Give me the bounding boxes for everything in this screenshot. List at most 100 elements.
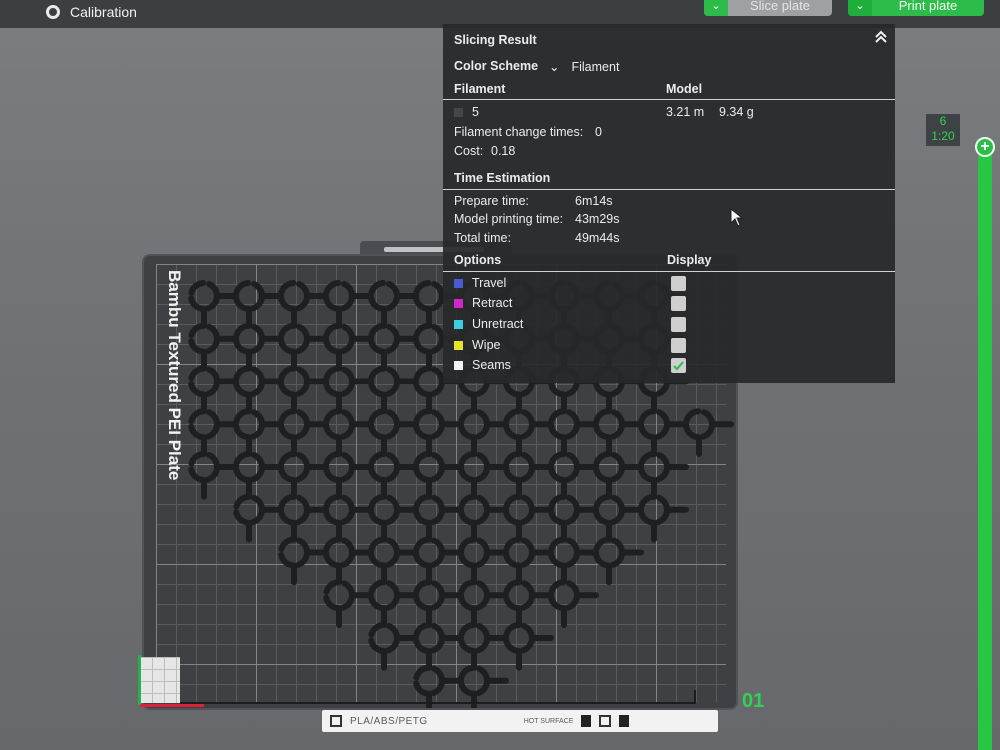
toolpath-ring [503, 408, 535, 441]
toolpath-ring [413, 664, 445, 697]
print-plate-label: Print plate [898, 0, 958, 13]
slice-plate-button[interactable]: ⌄ Slice plate [704, 0, 832, 16]
color-scheme-label: Color Scheme [454, 59, 539, 73]
lock-icon [581, 715, 592, 727]
toolpath-ring [458, 493, 490, 526]
toolpath-ring [323, 365, 355, 398]
x-axis-indicator [140, 704, 204, 707]
wipe-color-swatch [454, 341, 463, 351]
retract-display-checkbox[interactable] [671, 296, 686, 311]
filament-row: 5 [454, 105, 479, 119]
toolpath-ring [278, 365, 310, 398]
option-label-seams: Seams [472, 358, 511, 372]
toolpath-ring [323, 536, 355, 569]
option-label-unretract: Unretract [472, 317, 524, 331]
toolpath-ring [548, 493, 580, 526]
slice-plate-label: Slice plate [750, 0, 810, 13]
model-printing-time-label: Model printing time: [454, 212, 564, 226]
filament-weight: 9.34 g [719, 105, 754, 119]
filament-change-value: 0 [595, 125, 602, 139]
total-time-label: Total time: [454, 231, 511, 245]
display-header: Display [667, 253, 712, 267]
toolpath-ring [368, 408, 400, 441]
check-icon [673, 361, 684, 371]
calibration-tab[interactable]: Calibration [46, 4, 137, 20]
toolpath-ring [413, 579, 445, 612]
toolpath-ring [503, 579, 535, 612]
toolpath-ring [548, 579, 580, 612]
options-header: Options [454, 253, 502, 267]
square-icon [599, 715, 612, 727]
toolpath-ring [368, 322, 400, 355]
layer-indicator: 6 1:20 [926, 114, 960, 146]
cost-value: 0.18 [491, 144, 516, 158]
unretract-color-swatch [454, 320, 463, 330]
toolpath-ring [233, 451, 265, 483]
model-header: Model [666, 82, 703, 96]
time-estimation-header: Time Estimation [454, 171, 551, 185]
toolpath-ring [323, 408, 355, 441]
toolpath-ring [413, 365, 445, 398]
toolpath-ring [368, 280, 400, 312]
toolpath-ring [638, 493, 670, 526]
toolpath-ring [638, 408, 670, 441]
seams-color-swatch [454, 361, 463, 371]
unretract-display-checkbox[interactable] [671, 317, 686, 332]
plate-name-label: Bambu Textured PEI Plate [165, 270, 184, 481]
toolpath-ring [413, 622, 445, 654]
total-time-value: 49m44s [575, 231, 620, 245]
toolpath-ring [593, 451, 625, 483]
origin-marker [140, 657, 180, 703]
hot-surface-label: HOT SURFACE [523, 717, 574, 725]
plate-edge-tick [694, 690, 696, 704]
toolpath-ring [233, 493, 265, 526]
plate-type-icon [330, 715, 342, 727]
toolpath-ring [458, 451, 490, 483]
travel-display-checkbox[interactable] [671, 276, 686, 291]
option-label-travel: Travel [472, 276, 507, 290]
layer-slider-track[interactable] [978, 148, 992, 750]
prepare-time-label: Prepare time: [454, 194, 530, 208]
toolpath-ring [323, 451, 355, 483]
toolpath-ring [278, 451, 310, 483]
toolpath-ring [368, 579, 400, 612]
toolpath-ring [638, 451, 670, 483]
toolpath-ring [323, 579, 355, 612]
toolpath-ring [548, 536, 580, 569]
toolpath-ring [503, 451, 535, 483]
calibration-label: Calibration [70, 4, 137, 20]
chevron-down-icon[interactable]: ⌄ [848, 0, 872, 16]
toolpath-ring [548, 451, 580, 483]
toolpath-ring [413, 408, 445, 441]
seams-display-checkbox[interactable] [671, 358, 686, 373]
toolpath-ring [458, 536, 490, 569]
color-scheme-dropdown[interactable]: ⌄ Filament [549, 59, 619, 74]
toolpath-ring [593, 536, 625, 569]
toolpath-ring [278, 322, 310, 355]
toolpath-ring [323, 322, 355, 355]
plate-number[interactable]: 01 [742, 690, 764, 713]
toolpath-ring [368, 365, 400, 398]
toolpath-ring [413, 493, 445, 526]
chevron-down-icon: ⌄ [549, 60, 560, 74]
layer-slider-handle[interactable]: + [975, 137, 995, 157]
divider [443, 189, 895, 190]
toolpath-ring [458, 664, 490, 697]
toolpath-ring [503, 536, 535, 569]
retract-color-swatch [454, 299, 463, 309]
slicing-result-panel: Slicing Result Color Scheme ⌄ Filament Fi… [443, 24, 895, 383]
chevron-down-icon[interactable]: ⌄ [704, 0, 728, 16]
cost-label: Cost: [454, 144, 484, 158]
filament-change-label: Filament change times: [454, 125, 584, 139]
collapse-icon[interactable] [874, 30, 888, 44]
print-plate-button[interactable]: ⌄ Print plate [848, 0, 984, 16]
toolpath-ring [278, 280, 310, 312]
toolpath-ring [593, 408, 625, 441]
filament-header: Filament [454, 82, 506, 96]
toolpath-ring [413, 536, 445, 569]
toolpath-ring [458, 579, 490, 612]
plate-footer-strip: PLA/ABS/PETG HOT SURFACE [322, 710, 718, 732]
wipe-display-checkbox[interactable] [671, 338, 686, 353]
toolpath-ring [368, 536, 400, 569]
toolpath-ring [458, 622, 490, 654]
